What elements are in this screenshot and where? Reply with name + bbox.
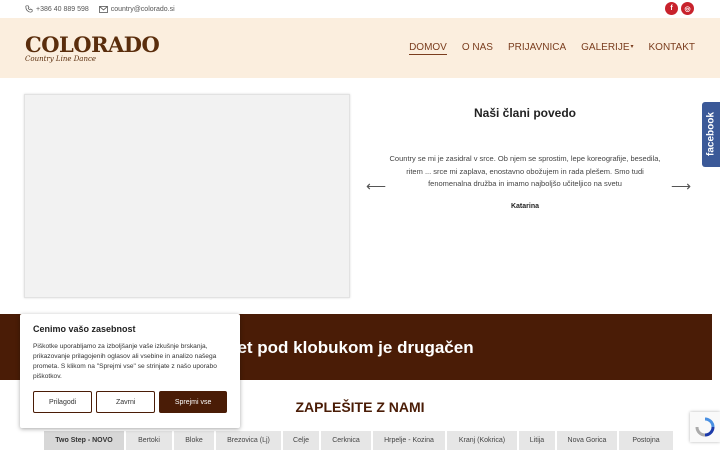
site-header: COLORADO Country Line Dance DOMOV O NAS … xyxy=(0,18,720,78)
chevron-down-icon: ▾ xyxy=(630,44,634,50)
phone-icon xyxy=(25,5,33,13)
arrow-left-icon[interactable]: ⟵ xyxy=(366,178,386,195)
nav-item-prijavnica[interactable]: PRIJAVNICA xyxy=(508,42,566,55)
nav-item-o-nas[interactable]: O NAS xyxy=(462,42,493,55)
reject-button[interactable]: Zavrni xyxy=(96,391,156,413)
recaptcha-icon xyxy=(695,417,715,437)
accept-all-button[interactable]: Sprejmi vse xyxy=(159,391,227,413)
email-address: country@colorado.si xyxy=(110,5,175,13)
tab-hrpelje-kozina[interactable]: Hrpelje - Kozina xyxy=(373,431,445,450)
email-contact[interactable]: country@colorado.si xyxy=(98,5,175,13)
social-links: f ◎ xyxy=(665,2,694,15)
tab-kranj[interactable]: Kranj (Kokrica) xyxy=(447,431,517,450)
location-tabs: Two Step - NOVO Bertoki Bloke Brezovica … xyxy=(44,431,673,450)
cookie-body: Piškotke uporabljamo za izboljšanje vaše… xyxy=(33,343,217,380)
facebook-icon[interactable]: f xyxy=(665,2,678,15)
instagram-icon[interactable]: ◎ xyxy=(681,2,694,15)
cookie-buttons: Prilagodi Zavrni Sprejmi vse xyxy=(33,391,227,413)
testimonial-quote: Country se mi je zasidral v srce. Ob nje… xyxy=(389,154,661,188)
tab-brezovica[interactable]: Brezovica (Lj) xyxy=(216,431,281,450)
phone-contact[interactable]: +386 40 889 598 xyxy=(25,5,89,13)
mail-icon xyxy=(98,5,108,13)
testimonial-author: Katarina xyxy=(510,202,539,210)
tab-nova-gorica[interactable]: Nova Gorica xyxy=(557,431,617,450)
band-text: vet pod klobukom je drugačen xyxy=(228,338,474,357)
tab-bertoki[interactable]: Bertoki xyxy=(126,431,172,450)
tab-cerknica[interactable]: Cerknica xyxy=(321,431,371,450)
nav-item-domov[interactable]: DOMOV xyxy=(409,42,447,55)
nav-item-kontakt[interactable]: KONTAKT xyxy=(649,42,695,55)
nav-item-galerije[interactable]: GALERIJE▾ xyxy=(581,42,633,55)
tab-celje[interactable]: Celje xyxy=(283,431,319,450)
video-embed[interactable] xyxy=(24,94,350,298)
phone-number: +386 40 889 598 xyxy=(36,5,89,13)
tab-bloke[interactable]: Bloke xyxy=(174,431,214,450)
facebook-side-tab[interactable]: facebook xyxy=(702,102,720,167)
main-nav: DOMOV O NAS PRIJAVNICA GALERIJE▾ KONTAKT xyxy=(409,42,695,55)
testimonial-slider: Naši člani povedo Country se mi je zasid… xyxy=(360,106,690,210)
nav-item-galerije-label: GALERIJE xyxy=(581,42,630,53)
testimonial-title: Naši člani povedo xyxy=(473,106,577,120)
site-logo[interactable]: COLORADO Country Line Dance xyxy=(25,31,160,63)
logo-subtitle: Country Line Dance xyxy=(25,54,97,63)
cookie-title: Cenimo vašo zasebnost xyxy=(33,324,136,334)
customize-button[interactable]: Prilagodi xyxy=(33,391,93,413)
top-bar: +386 40 889 598 country@colorado.si f ◎ xyxy=(0,0,720,18)
tab-postojna[interactable]: Postojna xyxy=(619,431,673,450)
logo-title: COLORADO xyxy=(25,31,160,57)
tab-litija[interactable]: Litija xyxy=(519,431,555,450)
arrow-right-icon[interactable]: ⟶ xyxy=(671,178,691,195)
recaptcha-badge[interactable] xyxy=(690,412,720,442)
tab-two-step[interactable]: Two Step - NOVO xyxy=(44,431,124,450)
cookie-banner: Cenimo vašo zasebnost Piškotke uporablja… xyxy=(20,314,240,428)
